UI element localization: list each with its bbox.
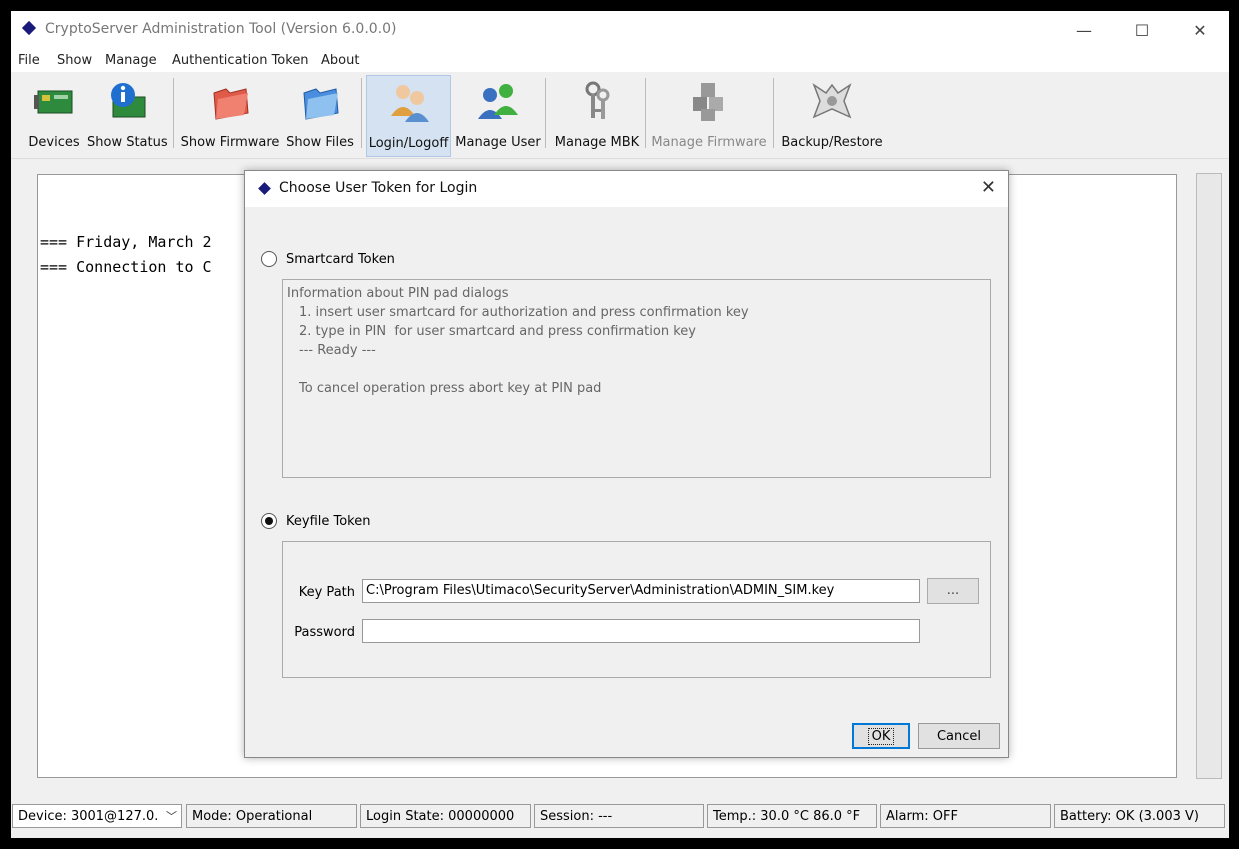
menu-show[interactable]: Show — [57, 53, 92, 68]
status-device: Device: 3001@127.0. — [18, 809, 159, 824]
close-icon: ✕ — [980, 177, 996, 198]
title-bar: CryptoServer Administration Tool (Versio… — [11, 11, 1229, 49]
users-icon — [387, 80, 431, 126]
info-line: 2. type in PIN for user smartcard and pr… — [299, 324, 696, 339]
key-path-label: Key Path — [298, 585, 355, 600]
keyfile-label: Keyfile Token — [286, 513, 371, 529]
device-selector[interactable]: Device: 3001@127.0. ﹀ — [12, 804, 182, 828]
close-button[interactable]: ✕ — [1171, 11, 1229, 49]
dialog-close-button[interactable]: ✕ — [981, 177, 996, 198]
toolbar: Devices Show Status Show Firmware Show F… — [11, 72, 1229, 159]
toolbar-manage-firmware-button: Manage Firmware — [651, 75, 767, 155]
menu-bar: File Show Manage Authentication Token Ab… — [11, 49, 1229, 72]
status-session: Session: --- — [534, 804, 704, 828]
toolbar-backup-restore-button[interactable]: Backup/Restore — [779, 75, 885, 155]
toolbar-show-status-label: Show Status — [87, 135, 168, 150]
toolbar-separator — [645, 78, 646, 148]
ok-button[interactable]: OK — [852, 723, 910, 749]
manage-user-icon — [476, 79, 520, 125]
app-diamond-icon — [21, 20, 37, 36]
menu-manage[interactable]: Manage — [105, 53, 157, 68]
red-folder-icon — [208, 79, 252, 125]
toolbar-manage-user-label: Manage User — [455, 135, 541, 150]
toolbar-devices-button[interactable]: Devices — [27, 75, 81, 155]
ok-label: OK — [867, 728, 895, 745]
info-line: Information about PIN pad dialogs — [287, 286, 509, 301]
console-line: === Connection to C — [40, 258, 212, 276]
menu-file[interactable]: File — [18, 53, 40, 68]
dialog-diamond-icon — [258, 182, 271, 195]
toolbar-show-files-label: Show Files — [286, 135, 354, 150]
toolbar-login-logoff-button[interactable]: Login/Logoff — [366, 75, 451, 157]
status-temperature: Temp.: 30.0 °C 86.0 °F — [707, 804, 877, 828]
password-label: Password — [294, 625, 355, 640]
toolbar-show-firmware-label: Show Firmware — [180, 135, 280, 150]
console-line: === Friday, March 2 — [40, 233, 212, 251]
smartcard-radio[interactable] — [261, 251, 277, 267]
toolbar-devices-label: Devices — [28, 135, 80, 150]
status-mode: Mode: Operational — [186, 804, 357, 828]
menu-about[interactable]: About — [321, 53, 359, 68]
key-path-input[interactable]: C:\Program Files\Utimaco\SecurityServer\… — [362, 579, 920, 603]
login-token-dialog: Choose User Token for Login ✕ Smartcard … — [244, 170, 1009, 758]
toolbar-separator — [773, 78, 774, 148]
close-icon: ✕ — [1193, 20, 1207, 40]
keys-icon — [575, 79, 619, 125]
toolbar-separator — [173, 78, 174, 148]
cubes-icon — [687, 79, 731, 125]
keyfile-token-option[interactable]: Keyfile Token — [261, 513, 371, 529]
toolbar-login-logoff-label: Login/Logoff — [368, 136, 449, 151]
toolbar-manage-firmware-label: Manage Firmware — [651, 135, 767, 150]
info-line: To cancel operation press abort key at P… — [299, 381, 602, 396]
keyfile-panel: Key Path C:\Program Files\Utimaco\Securi… — [282, 541, 991, 678]
devices-icon — [32, 79, 76, 125]
smartcard-token-option[interactable]: Smartcard Token — [261, 251, 395, 267]
dialog-title: Choose User Token for Login — [279, 180, 478, 196]
cancel-button[interactable]: Cancel — [918, 723, 1000, 749]
window-title: CryptoServer Administration Tool (Versio… — [45, 21, 397, 37]
status-alarm: Alarm: OFF — [880, 804, 1051, 828]
toolbar-separator — [361, 78, 362, 148]
dialog-title-bar: Choose User Token for Login ✕ — [245, 171, 1008, 207]
password-input[interactable] — [362, 619, 920, 643]
toolbar-backup-restore-label: Backup/Restore — [781, 135, 883, 150]
toolbar-manage-mbk-label: Manage MBK — [554, 135, 640, 150]
backup-restore-icon — [810, 79, 854, 125]
console-text: === Friday, March 2 === Connection to C — [40, 230, 212, 280]
toolbar-show-files-button[interactable]: Show Files — [283, 75, 357, 155]
minimize-icon: — — [1076, 20, 1092, 40]
toolbar-show-firmware-button[interactable]: Show Firmware — [179, 75, 281, 155]
status-bar: Device: 3001@127.0. ﹀ Mode: Operational … — [11, 803, 1229, 833]
pin-pad-info-box: Information about PIN pad dialogs 1. ins… — [282, 279, 991, 478]
keyfile-radio[interactable] — [261, 513, 277, 529]
smartcard-label: Smartcard Token — [286, 251, 395, 267]
vertical-scrollbar[interactable] — [1196, 173, 1222, 779]
chevron-down-icon: ﹀ — [166, 810, 177, 823]
info-line: 1. insert user smartcard for authorizati… — [299, 305, 749, 320]
toolbar-separator — [545, 78, 546, 148]
status-battery: Battery: OK (3.003 V) — [1054, 804, 1225, 828]
status-login-state: Login State: 00000000 — [360, 804, 531, 828]
menu-authentication-token[interactable]: Authentication Token — [172, 53, 309, 68]
toolbar-manage-mbk-button[interactable]: Manage MBK — [551, 75, 643, 155]
info-line: --- Ready --- — [299, 343, 376, 358]
show-status-icon — [105, 79, 149, 125]
maximize-button[interactable]: ☐ — [1113, 11, 1171, 49]
toolbar-manage-user-button[interactable]: Manage User — [454, 75, 542, 155]
maximize-icon: ☐ — [1134, 20, 1150, 40]
blue-folder-icon — [298, 79, 342, 125]
browse-button[interactable]: ... — [927, 578, 979, 604]
toolbar-show-status-button[interactable]: Show Status — [87, 75, 168, 155]
minimize-button[interactable]: — — [1055, 11, 1113, 49]
